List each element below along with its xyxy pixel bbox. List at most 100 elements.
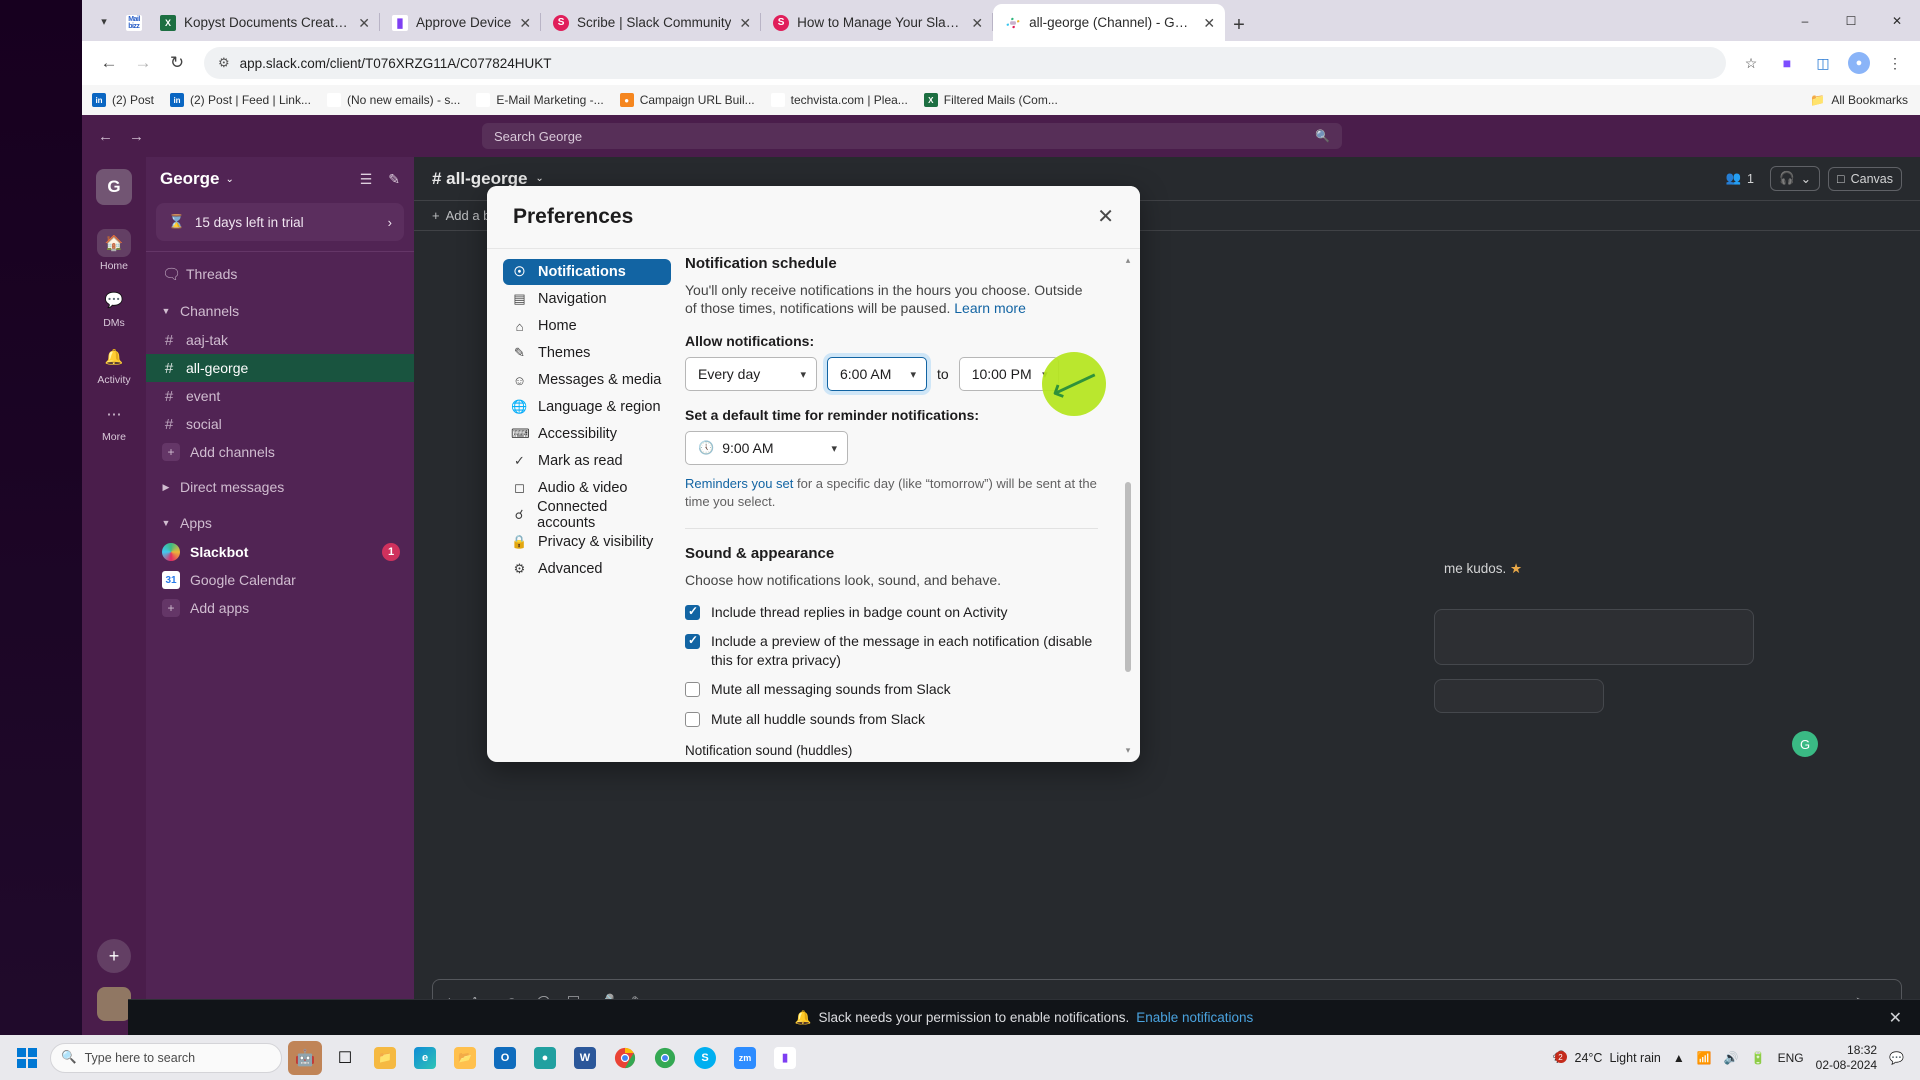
checkbox-row[interactable]: Include a preview of the message in each…	[685, 632, 1098, 669]
volume-icon[interactable]: 🔊	[1724, 1051, 1739, 1065]
checkbox-mute-messaging-sounds[interactable]	[685, 682, 700, 698]
language-indicator[interactable]: ENG	[1778, 1051, 1804, 1065]
enable-notifications-link[interactable]: Enable notifications	[1136, 1010, 1253, 1025]
word-icon[interactable]: W	[568, 1041, 602, 1075]
battery-icon[interactable]: 🔋	[1751, 1051, 1766, 1065]
browser-tab[interactable]: S Scribe | Slack Community ✕	[541, 4, 762, 41]
windows-start-icon[interactable]	[10, 1041, 44, 1075]
tab-close-icon[interactable]: ✕	[358, 16, 370, 30]
skype-icon[interactable]: S	[688, 1041, 722, 1075]
wifi-icon[interactable]: 📶	[1697, 1051, 1712, 1065]
taskbar-search-input[interactable]: 🔍 Type here to search	[50, 1042, 282, 1073]
bookmark-item[interactable]: Mail techvista.com | Plea...	[770, 93, 908, 107]
modal-title: Preferences	[513, 205, 634, 228]
checkbox-message-preview[interactable]	[685, 633, 700, 650]
scroll-thumb[interactable]	[1125, 482, 1131, 672]
copilot-icon[interactable]: 🤖	[288, 1040, 322, 1075]
tab-close-icon[interactable]: ✕	[971, 16, 983, 30]
pref-item-home[interactable]: ⌂ Home	[503, 313, 671, 339]
zoom-icon[interactable]: zm	[728, 1041, 762, 1075]
reminder-time-select[interactable]: 🕔 9:00 AM ▾	[685, 431, 848, 466]
pref-item-themes[interactable]: ✎ Themes	[503, 340, 671, 366]
teal-app-icon[interactable]: ●	[528, 1041, 562, 1075]
clock-icon: 🕔	[698, 440, 715, 456]
close-window-button[interactable]: ✕	[1874, 0, 1920, 41]
pref-item-messages-media[interactable]: ☺ Messages & media	[503, 367, 671, 393]
reload-button[interactable]: ↻	[162, 48, 192, 78]
chevron-up-icon[interactable]: ▲	[1673, 1051, 1685, 1065]
checkbox-label: Include thread replies in badge count on…	[711, 603, 1008, 620]
checkbox-row[interactable]: Mute all huddle sounds from Slack	[685, 710, 1098, 729]
banner-close-icon[interactable]: ✕	[1889, 1008, 1902, 1028]
preferences-nav: ☉ Notifications ▤ Navigation ⌂ Home ✎ Th…	[487, 249, 683, 762]
split-screen-icon[interactable]: ◫	[1810, 50, 1836, 76]
pref-item-navigation[interactable]: ▤ Navigation	[503, 286, 671, 312]
bookmark-item[interactable]: ● Campaign URL Buil...	[619, 93, 755, 107]
allow-notifications-label: Allow notifications:	[685, 333, 815, 350]
pref-item-label: Mark as read	[538, 453, 623, 469]
tab-search-icon[interactable]: ▾	[86, 3, 122, 39]
checkbox-mute-huddle-sounds[interactable]	[685, 712, 700, 728]
url-bar[interactable]: ⚙ app.slack.com/client/T076XRZG11A/C0778…	[204, 47, 1726, 79]
outlook-icon[interactable]: O	[488, 1041, 522, 1075]
bookmark-star-icon[interactable]: ☆	[1738, 50, 1764, 76]
extensions-icon[interactable]: ■	[1774, 50, 1800, 76]
pref-item-notifications[interactable]: ☉ Notifications	[503, 259, 671, 285]
browser-tab[interactable]: Mail bizz	[122, 4, 148, 41]
tab-close-icon[interactable]: ✕	[1203, 16, 1215, 30]
checkbox-row[interactable]: Include thread replies in badge count on…	[685, 603, 1098, 622]
bookmark-item[interactable]: in (2) Post | Feed | Link...	[170, 93, 311, 107]
browser-tab-active[interactable]: all-george (Channel) - George - ✕	[993, 4, 1226, 41]
schedule-day-select[interactable]: Every day ▾	[685, 357, 817, 392]
close-icon[interactable]: ✕	[1097, 207, 1114, 227]
tab-close-icon[interactable]: ✕	[739, 16, 751, 30]
scroll-down-arrow[interactable]: ▾	[1122, 745, 1134, 756]
modal-header: Preferences ✕	[487, 186, 1140, 248]
pref-item-privacy-visibility[interactable]: 🔒 Privacy & visibility	[503, 529, 671, 555]
notification-icon[interactable]: 💬	[1889, 1051, 1904, 1065]
taskbar-clock[interactable]: 18:32 02-08-2024	[1816, 1043, 1877, 1073]
checkbox-row[interactable]: Mute all messaging sounds from Slack	[685, 680, 1098, 699]
schedule-from-select[interactable]: 6:00 AM ▾	[827, 357, 927, 392]
bookmark-item[interactable]: X Filtered Mails (Com...	[923, 93, 1058, 107]
minimize-button[interactable]: –	[1782, 0, 1828, 41]
browser-menu-icon[interactable]: ⋮	[1882, 50, 1908, 76]
pref-item-connected-accounts[interactable]: ☌ Connected accounts	[503, 499, 671, 531]
weather-widget[interactable]: 🌧 2 24°C Light rain	[1552, 1050, 1661, 1065]
scroll-up-arrow[interactable]: ▴	[1122, 255, 1134, 266]
profile-avatar[interactable]: ●	[1846, 50, 1872, 76]
forward-button[interactable]: →	[128, 48, 158, 78]
pref-item-mark-as-read[interactable]: ✓ Mark as read	[503, 448, 671, 474]
browser-tab[interactable]: ▮ Approve Device ✕	[380, 4, 542, 41]
tab-close-icon[interactable]: ✕	[519, 16, 531, 30]
chrome-icon-2[interactable]	[648, 1041, 682, 1075]
learn-more-link[interactable]: Learn more	[954, 300, 1026, 316]
pref-item-advanced[interactable]: ⚙ Advanced	[503, 556, 671, 582]
folder-icon[interactable]: 📁	[368, 1041, 402, 1075]
pref-item-language-region[interactable]: 🌐 Language & region	[503, 394, 671, 420]
site-settings-icon[interactable]: ⚙	[218, 55, 230, 71]
reminders-you-set-link[interactable]: Reminders you set	[685, 476, 793, 491]
purple-app-icon[interactable]: ▮	[768, 1041, 802, 1075]
all-bookmarks-button[interactable]: 📁 All Bookmarks	[1810, 93, 1908, 107]
bookmark-label: E-Mail Marketing -...	[496, 93, 604, 107]
new-tab-button[interactable]: +	[1233, 14, 1245, 37]
maximize-button[interactable]: ☐	[1828, 0, 1874, 41]
edge-icon[interactable]: e	[408, 1041, 442, 1075]
back-button[interactable]: ←	[94, 48, 124, 78]
pref-item-accessibility[interactable]: ⌨ Accessibility	[503, 421, 671, 447]
browser-tab[interactable]: X Kopyst Documents Creation.xls ✕	[148, 4, 380, 41]
bookmark-item[interactable]: ☁ E-Mail Marketing -...	[476, 93, 604, 107]
task-view-icon[interactable]: ☐	[328, 1041, 362, 1075]
bookmark-item[interactable]: in (2) Post	[92, 93, 154, 107]
browser-tabstrip: ▾ Mailbizz X Kopyst Documents Creation.x…	[82, 0, 1920, 41]
browser-tab[interactable]: S How to Manage Your Slack Not ✕	[761, 4, 994, 41]
pref-item-audio-video[interactable]: ◻ Audio & video	[503, 475, 671, 501]
file-explorer-icon[interactable]: 📂	[448, 1041, 482, 1075]
chrome-icon[interactable]	[608, 1041, 642, 1075]
bookmark-item[interactable]: ✉ (No new emails) - s...	[326, 93, 460, 107]
tab-title: Approve Device	[416, 15, 512, 30]
modal-scrollbar[interactable]: ▴ ▾	[1125, 255, 1136, 755]
linkedin-icon: in	[170, 93, 185, 107]
checkbox-thread-replies[interactable]	[685, 604, 700, 620]
